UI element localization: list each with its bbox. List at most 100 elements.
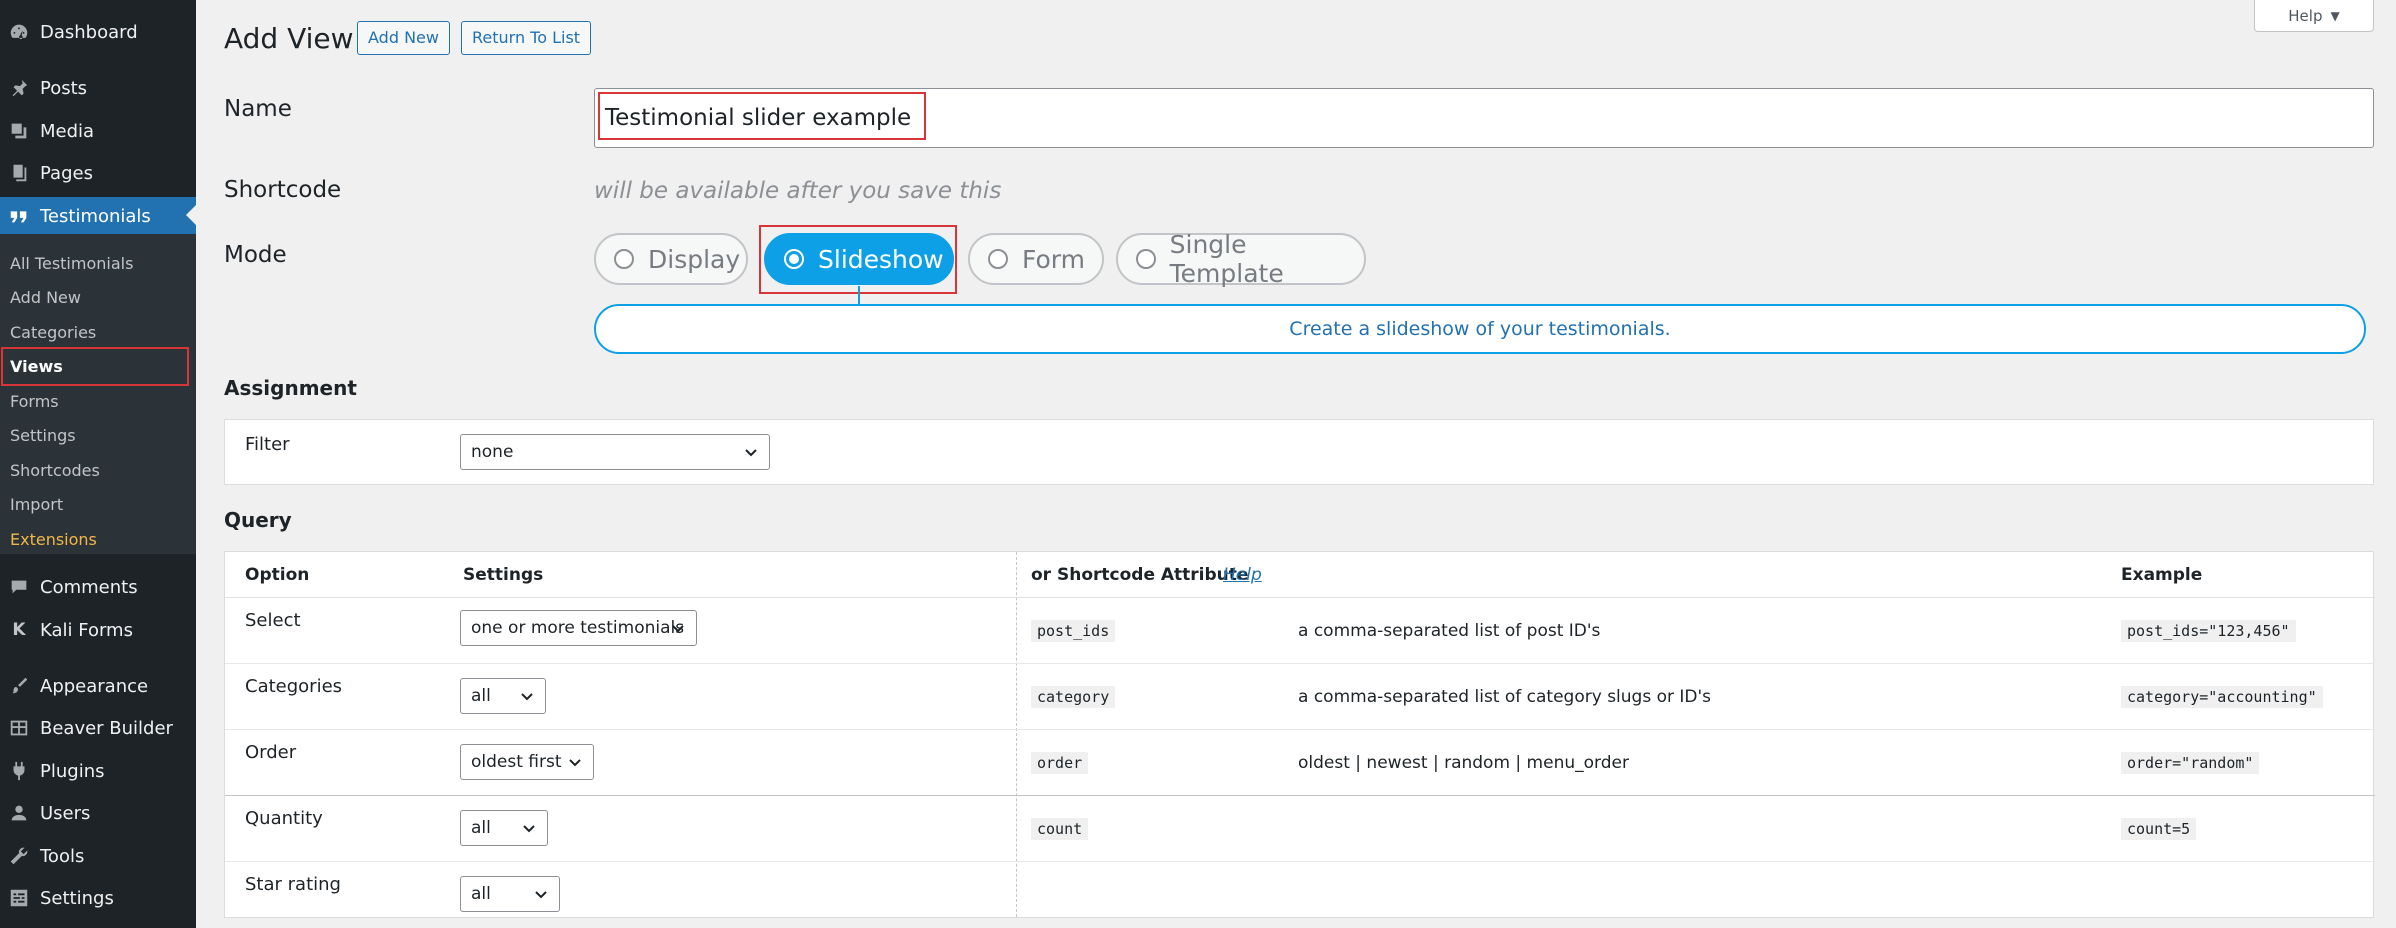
quote-icon bbox=[6, 203, 32, 229]
submenu-settings[interactable]: Settings bbox=[10, 424, 76, 448]
radio-icon bbox=[1136, 249, 1156, 269]
select-value: none bbox=[471, 442, 514, 462]
settings-icon bbox=[6, 885, 32, 911]
menu-label: Testimonials bbox=[40, 205, 151, 227]
attribute-code: count bbox=[1031, 818, 1089, 840]
caret-down-icon: ▼ bbox=[2330, 8, 2340, 23]
query-table: Option Settings or Shortcode Attribute H… bbox=[224, 551, 2375, 918]
table-row: Order oldest first order oldest | newest… bbox=[225, 730, 2375, 796]
header-example: Example bbox=[2121, 565, 2203, 585]
name-label: Name bbox=[224, 96, 292, 122]
menu-label: Tools bbox=[40, 845, 85, 867]
menu-beaver-builder[interactable]: Beaver Builder bbox=[0, 710, 196, 746]
select-quantity[interactable]: all bbox=[460, 810, 548, 846]
attribute-description: oldest | newest | random | menu_order bbox=[1298, 753, 1629, 773]
help-tab[interactable]: Help ▼ bbox=[2254, 0, 2374, 32]
mode-form-option[interactable]: Form bbox=[968, 233, 1104, 285]
mode-option-label: Display bbox=[648, 244, 741, 274]
return-to-list-button[interactable]: Return To List bbox=[461, 21, 592, 55]
row-option: Star rating bbox=[245, 874, 341, 895]
select-order[interactable]: oldest first bbox=[460, 744, 594, 780]
submenu-add-new[interactable]: Add New bbox=[10, 286, 81, 310]
select-value: oldest first bbox=[471, 752, 562, 772]
menu-users[interactable]: Users bbox=[0, 795, 196, 831]
example-code: count=5 bbox=[2121, 818, 2197, 840]
menu-plugins[interactable]: Plugins bbox=[0, 753, 196, 789]
submenu-forms[interactable]: Forms bbox=[10, 390, 59, 414]
select-star-rating[interactable]: all bbox=[460, 876, 560, 912]
mode-display-option[interactable]: Display bbox=[594, 233, 748, 285]
header-option: Option bbox=[245, 565, 310, 585]
menu-pages[interactable]: Pages bbox=[0, 155, 196, 191]
row-option: Order bbox=[245, 742, 297, 763]
menu-label: Pages bbox=[40, 162, 93, 184]
wrench-icon bbox=[6, 843, 32, 869]
views-highlight-box bbox=[1, 347, 189, 386]
menu-settings[interactable]: Settings bbox=[0, 880, 196, 916]
menu-dashboard[interactable]: Dashboard bbox=[0, 14, 196, 50]
name-highlight-box bbox=[598, 92, 926, 140]
table-row: Star rating all bbox=[225, 862, 2375, 928]
filter-select[interactable]: none bbox=[460, 434, 770, 470]
select-categories[interactable]: all bbox=[460, 678, 546, 714]
menu-label: Comments bbox=[40, 576, 138, 598]
submenu-all-testimonials[interactable]: All Testimonials bbox=[10, 252, 133, 276]
help-link[interactable]: Help bbox=[1223, 565, 1262, 585]
chevron-down-icon bbox=[519, 688, 535, 704]
mode-option-label: Single Template bbox=[1169, 230, 1284, 288]
brush-icon bbox=[6, 673, 32, 699]
menu-label: Settings bbox=[40, 887, 114, 909]
add-new-button[interactable]: Add New bbox=[357, 21, 450, 55]
submenu-categories[interactable]: Categories bbox=[10, 321, 96, 345]
page-title: Add View bbox=[224, 22, 354, 55]
chevron-down-icon bbox=[533, 886, 549, 902]
menu-media[interactable]: Media bbox=[0, 113, 196, 149]
plugin-icon bbox=[6, 758, 32, 784]
mode-description: Create a slideshow of your testimonials. bbox=[594, 304, 2366, 354]
menu-tools[interactable]: Tools bbox=[0, 838, 196, 874]
attribute-code: order bbox=[1031, 752, 1089, 774]
mode-single-template-option[interactable]: Single Template bbox=[1116, 230, 1366, 288]
header-attribute: or Shortcode Attribute bbox=[1031, 565, 1249, 585]
attribute-description: a comma-separated list of category slugs… bbox=[1298, 687, 1712, 707]
dashboard-icon bbox=[6, 19, 32, 45]
row-option: Select bbox=[245, 610, 301, 631]
media-icon bbox=[6, 118, 32, 144]
kali-forms-icon: K bbox=[12, 620, 26, 640]
menu-comments[interactable]: Comments bbox=[0, 569, 196, 605]
example-code: category="accounting" bbox=[2121, 686, 2323, 708]
submenu-shortcodes[interactable]: Shortcodes bbox=[10, 459, 100, 483]
radio-icon bbox=[614, 249, 634, 269]
shortcode-label: Shortcode bbox=[224, 177, 342, 203]
attribute-code: post_ids bbox=[1031, 620, 1116, 642]
attribute-code: category bbox=[1031, 686, 1116, 708]
submenu-extensions[interactable]: Extensions bbox=[10, 528, 97, 552]
menu-posts[interactable]: Posts bbox=[0, 70, 196, 106]
chevron-down-icon bbox=[521, 820, 537, 836]
menu-label: Beaver Builder bbox=[40, 717, 173, 739]
admin-sidebar: Dashboard Posts Media Pages Testimonials… bbox=[0, 0, 196, 928]
select-testimonials[interactable]: one or more testimonials bbox=[460, 610, 697, 646]
main-content: Add View Add New Return To List Help ▼ N… bbox=[196, 0, 2396, 928]
menu-kali-forms[interactable]: K Kali Forms bbox=[0, 612, 196, 648]
chevron-down-icon bbox=[743, 444, 759, 460]
menu-label: Media bbox=[40, 120, 95, 142]
mode-option-label: Form bbox=[1022, 244, 1085, 274]
radio-icon bbox=[988, 249, 1008, 269]
select-value: all bbox=[471, 686, 491, 706]
grid-icon bbox=[6, 715, 32, 741]
row-option: Quantity bbox=[245, 808, 323, 829]
query-table-header: Option Settings or Shortcode Attribute H… bbox=[225, 552, 2375, 598]
user-icon bbox=[6, 800, 32, 826]
menu-label: Dashboard bbox=[40, 21, 138, 43]
menu-label: Users bbox=[40, 802, 91, 824]
submenu-import[interactable]: Import bbox=[10, 493, 63, 517]
row-option: Categories bbox=[245, 676, 343, 697]
menu-appearance[interactable]: Appearance bbox=[0, 668, 196, 704]
example-code: order="random" bbox=[2121, 752, 2260, 774]
query-title: Query bbox=[224, 508, 292, 532]
assignment-box: Filter none bbox=[224, 419, 2374, 485]
assignment-title: Assignment bbox=[224, 376, 357, 400]
menu-testimonials[interactable]: Testimonials bbox=[0, 197, 196, 235]
chevron-down-icon bbox=[567, 754, 583, 770]
